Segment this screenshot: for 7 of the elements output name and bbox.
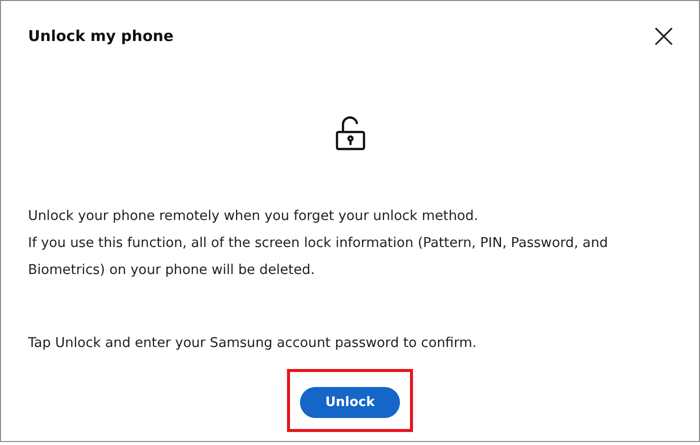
dialog-title: Unlock my phone — [28, 27, 174, 45]
padlock-icon — [334, 115, 366, 151]
description-text: If you use this function, all of the screen lock information (Pattern, PIN, Password, and Biometrics) on your phone will be deleted. — [28, 234, 609, 280]
description-text: Unlock your phone remotely when you forget your unlock method. — [28, 207, 480, 226]
instruction-text: Tap Unlock and enter your Samsung account password to confirm. — [28, 334, 478, 353]
close-button[interactable]: × — [650, 24, 678, 48]
unlock-button[interactable]: Unlock — [300, 387, 400, 418]
